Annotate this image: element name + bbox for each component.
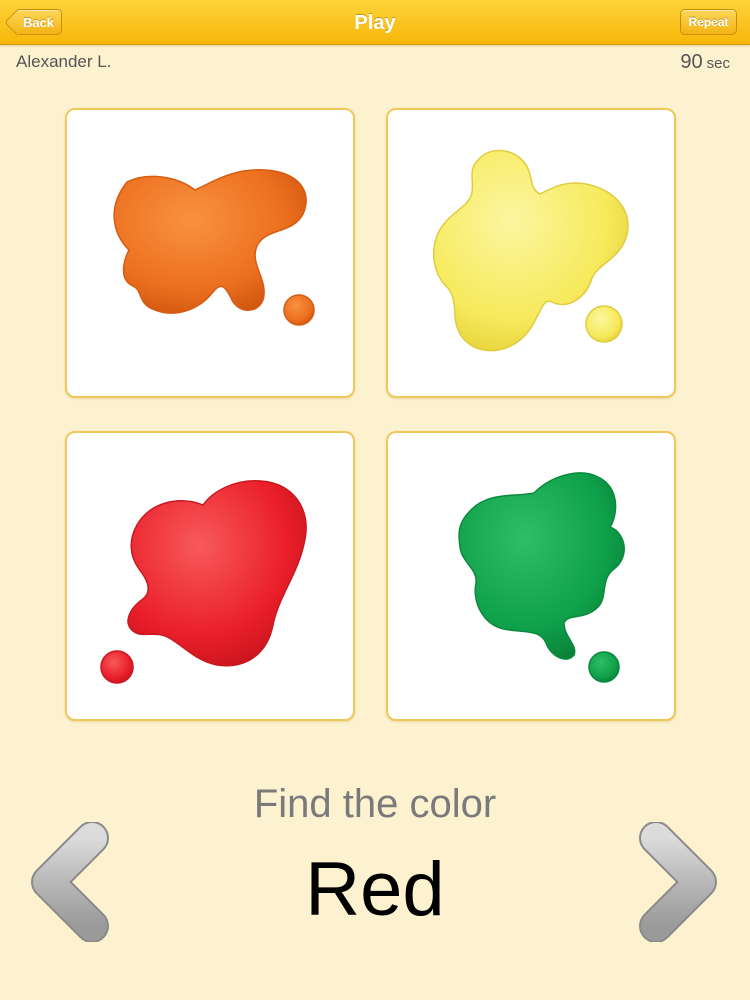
player-name: Alexander L. (16, 52, 112, 71)
color-card-orange[interactable] (65, 108, 355, 398)
top-bar: Back Play Repeat (0, 0, 750, 45)
color-card-yellow[interactable] (386, 108, 676, 398)
timer-unit: sec (706, 55, 730, 72)
red-paint-splat (100, 480, 307, 684)
color-card-green[interactable] (386, 431, 676, 721)
prompt-instruction: Find the color (253, 782, 497, 826)
green-paint-splat (458, 472, 625, 683)
yellow-paint-splat (433, 149, 629, 352)
chevron-left-icon[interactable] (26, 822, 116, 942)
repeat-button[interactable]: Repeat (680, 9, 737, 35)
timer-value: 90 (680, 51, 703, 73)
timer: 90 sec (680, 51, 730, 74)
chevron-right-icon[interactable] (632, 822, 722, 942)
page-title: Play (354, 12, 396, 34)
color-card-red[interactable] (65, 431, 355, 721)
orange-paint-splat (113, 169, 315, 326)
